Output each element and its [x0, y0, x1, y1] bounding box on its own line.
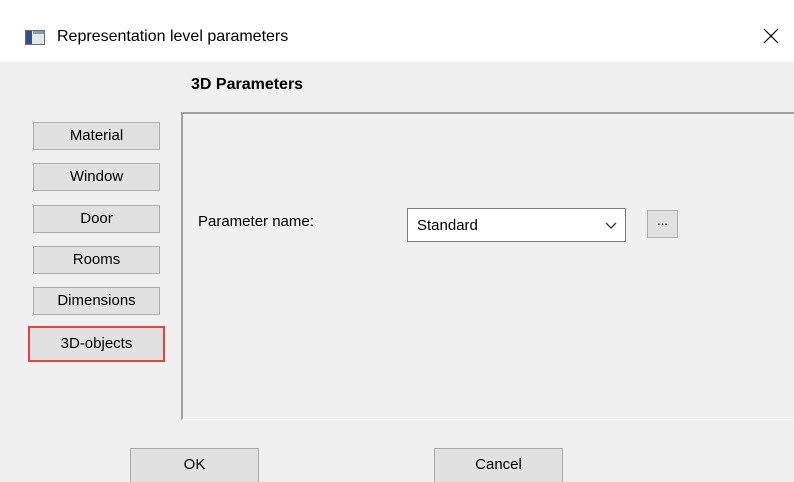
title-bar: Representation level parameters [0, 0, 794, 62]
ok-button[interactable]: OK [130, 448, 259, 482]
window-app-icon [25, 30, 45, 45]
parameter-name-dropdown[interactable]: Standard [407, 208, 626, 242]
sidebar-button-window[interactable]: Window [33, 163, 160, 191]
chevron-down-icon [605, 222, 617, 229]
sidebar-button-material[interactable]: Material [33, 122, 160, 150]
section-title: 3D Parameters [191, 76, 304, 93]
browse-parameters-button[interactable]: ... [647, 210, 678, 238]
sidebar-button-3d-objects[interactable]: 3D-objects [28, 326, 165, 362]
sidebar-button-door[interactable]: Door [33, 205, 160, 233]
close-icon [763, 28, 779, 44]
parameter-name-value: Standard [417, 217, 478, 234]
close-button[interactable] [748, 18, 794, 54]
cancel-button[interactable]: Cancel [434, 448, 563, 482]
sidebar-button-rooms[interactable]: Rooms [33, 246, 160, 274]
sidebar-button-dimensions[interactable]: Dimensions [33, 287, 160, 315]
parameters-panel [181, 112, 794, 420]
window-title: Representation level parameters [57, 28, 289, 45]
parameter-name-label: Parameter name: [198, 213, 314, 230]
